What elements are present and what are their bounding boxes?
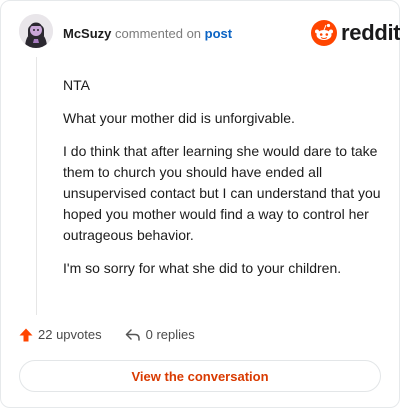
avatar-image [19, 14, 53, 48]
avatar[interactable] [19, 14, 53, 48]
upvote-button[interactable]: 22 upvotes [19, 327, 102, 342]
thread-line [36, 57, 37, 315]
comment-paragraph: I'm so sorry for what she did to your ch… [63, 260, 342, 276]
comment-paragraph: I do think that after learning she would… [63, 143, 381, 243]
replies-button[interactable]: 0 replies [125, 327, 195, 342]
comment-paragraph: What your mother did is unforgivable. [63, 110, 295, 126]
comment-actions: 22 upvotes 0 replies [19, 327, 195, 342]
comment-header: McSuzy commented on post [63, 26, 232, 42]
header-action-text: commented on [115, 26, 202, 41]
reply-count: 0 replies [145, 327, 195, 342]
comment-paragraph: NTA [63, 77, 90, 93]
reddit-wordmark: reddit [341, 20, 400, 45]
comment-body: NTA What your mother did is unforgivable… [63, 75, 383, 291]
reddit-brand[interactable]: reddit [311, 20, 400, 46]
upvote-arrow-icon [19, 328, 33, 341]
reply-icon [125, 328, 140, 341]
reddit-logo-icon [311, 20, 337, 46]
embedded-comment-card: McSuzy commented on post reddit NTA What… [0, 0, 400, 408]
post-link[interactable]: post [205, 26, 232, 41]
username-link[interactable]: McSuzy [63, 26, 111, 41]
upvote-count: 22 upvotes [38, 327, 102, 342]
view-conversation-button[interactable]: View the conversation [19, 360, 381, 392]
